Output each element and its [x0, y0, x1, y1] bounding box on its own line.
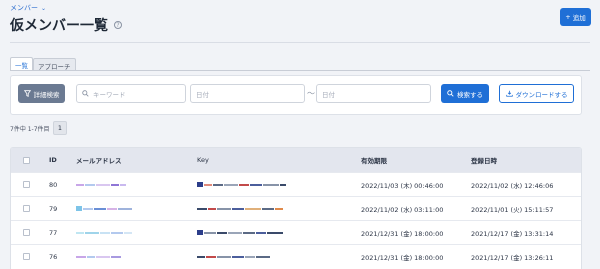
tab-divider: [10, 70, 590, 71]
tab-bar: 一覧 アプローチ: [10, 57, 76, 71]
breadcrumb[interactable]: メンバー ⌄: [10, 3, 46, 13]
search-button-label: 検索する: [457, 90, 483, 99]
row-checkbox[interactable]: [23, 229, 30, 236]
tab-approach[interactable]: アプローチ: [33, 58, 76, 71]
redacted-email: [76, 182, 126, 188]
table-row[interactable]: 77 2021/12/31 (金) 18:00:00 2021/12/17 (金…: [11, 220, 581, 244]
chevron-down-icon: ⌄: [41, 4, 47, 12]
column-header-email[interactable]: メールアドレス: [76, 148, 122, 172]
members-table: ID メールアドレス Key 有効期限 登録日時 80 2022/11/03 (…: [10, 147, 582, 269]
search-icon: [447, 90, 454, 97]
row-registered: 2021/12/17 (金) 13:26:11: [471, 253, 554, 262]
table-header: ID メールアドレス Key 有効期限 登録日時: [11, 148, 581, 172]
row-id: 80: [49, 180, 58, 189]
date-from-input[interactable]: 日付: [190, 84, 305, 103]
column-header-id[interactable]: ID: [49, 148, 57, 172]
date-from-placeholder: 日付: [196, 90, 209, 99]
page-button-1[interactable]: 1: [53, 121, 67, 135]
table-row[interactable]: 80 2022/11/03 (木) 00:46:00 2022/11/02 (水…: [11, 172, 581, 196]
redacted-key: [197, 206, 283, 212]
row-expires: 2022/11/02 (水) 03:11:00: [361, 205, 444, 214]
row-registered: 2022/11/01 (火) 15:11:57: [471, 205, 554, 214]
date-to-placeholder: 日付: [322, 90, 335, 99]
breadcrumb-label[interactable]: メンバー: [10, 3, 38, 13]
row-expires: 2021/12/31 (金) 18:00:00: [361, 229, 444, 238]
row-id: 76: [49, 252, 58, 261]
download-icon: [505, 90, 513, 97]
keyword-placeholder: キーワード: [93, 90, 126, 99]
column-header-expires[interactable]: 有効期限: [361, 148, 387, 172]
redacted-email: [76, 206, 132, 212]
redacted-key: [197, 182, 286, 188]
search-button[interactable]: 検索する: [441, 84, 489, 103]
divider: [10, 42, 590, 43]
redacted-key: [197, 230, 283, 236]
result-count: 7件中 1-7件目: [10, 126, 50, 133]
row-checkbox[interactable]: [23, 205, 30, 212]
redacted-key: [197, 254, 270, 260]
detail-search-label: 詳細検索: [33, 90, 60, 99]
table-row[interactable]: 76 2021/12/31 (金) 18:00:00 2021/12/17 (金…: [11, 244, 581, 268]
add-button-label: 追加: [572, 14, 586, 22]
row-checkbox[interactable]: [23, 253, 30, 260]
detail-search-button[interactable]: 詳細検索: [18, 84, 65, 103]
plus-icon: +: [565, 13, 571, 21]
download-button-label: ダウンロードする: [515, 90, 568, 99]
date-to-input[interactable]: 日付: [316, 84, 431, 103]
row-registered: 2021/12/17 (金) 13:31:14: [471, 229, 554, 238]
add-button[interactable]: + 追加: [560, 8, 591, 26]
redacted-email: [76, 254, 121, 260]
row-expires: 2022/11/03 (木) 00:46:00: [361, 181, 444, 190]
redacted-email: [76, 230, 132, 236]
search-panel: 詳細検索 キーワード 日付 〜 日付 検索する ダウンロードする: [10, 75, 582, 115]
column-header-registered[interactable]: 登録日時: [471, 148, 497, 172]
tab-list[interactable]: 一覧: [10, 57, 33, 70]
filter-icon: [23, 90, 31, 97]
table-row[interactable]: 79 2022/11/02 (水) 03:11:00 2022/11/01 (火…: [11, 196, 581, 220]
range-separator: 〜: [307, 89, 315, 98]
help-icon[interactable]: ?: [114, 21, 122, 29]
row-expires: 2021/12/31 (金) 18:00:00: [361, 253, 444, 262]
row-id: 77: [49, 228, 58, 237]
search-icon: [82, 90, 89, 97]
row-checkbox[interactable]: [23, 181, 30, 188]
keyword-input[interactable]: キーワード: [76, 84, 186, 103]
page-title: 仮メンバー一覧 ?: [10, 15, 122, 35]
select-all-checkbox[interactable]: [23, 156, 30, 164]
column-header-key[interactable]: Key: [197, 148, 209, 172]
page-title-text: 仮メンバー一覧: [10, 18, 108, 34]
row-id: 79: [49, 204, 58, 213]
download-button[interactable]: ダウンロードする: [499, 84, 574, 103]
row-registered: 2022/11/02 (水) 12:46:06: [471, 181, 554, 190]
